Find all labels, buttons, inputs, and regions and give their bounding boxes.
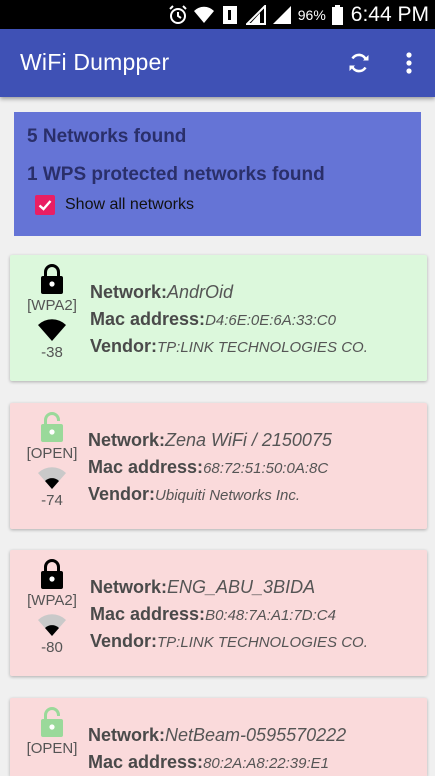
mac-label: Mac address:	[90, 309, 206, 329]
mac-address: 68:72:51:50:0A:8C	[203, 460, 329, 477]
network-card[interactable]: [WPA2] -80 Network:ENG_ABU_3BIDA Mac add…	[10, 550, 427, 676]
vendor-label: Vendor:	[90, 631, 158, 651]
show-all-checkbox[interactable]	[35, 195, 55, 215]
signal-strength: -80	[41, 639, 63, 656]
wifi-status-icon	[193, 6, 214, 23]
network-label: Network:	[90, 577, 168, 597]
mac-label: Mac address:	[88, 752, 204, 772]
network-info: Network:NetBeam-0595570222 Mac address:8…	[88, 725, 346, 776]
lock-closed-icon	[41, 559, 63, 589]
network-label: Network:	[88, 430, 166, 450]
lock-open-icon	[41, 707, 63, 737]
lock-closed-icon	[41, 264, 63, 294]
mac-address: 80:2A:A8:22:39:E1	[203, 755, 329, 772]
vendor-name: Ubiquiti Networks Inc.	[155, 487, 301, 504]
network-status: [OPEN] -74	[18, 411, 86, 509]
vendor-label: Vendor:	[88, 484, 156, 504]
network-label: Network:	[90, 282, 168, 302]
network-info: Network:Zena WiFi / 2150075 Mac address:…	[88, 430, 332, 511]
signal-strength: -74	[41, 492, 63, 509]
network-card[interactable]: [OPEN] Network:NetBeam-0595570222 Mac ad…	[10, 698, 427, 776]
signal-icon	[245, 4, 266, 25]
vendor-name: TP:LINK TECHNOLOGIES CO.	[157, 634, 368, 651]
show-all-networks-toggle[interactable]: Show all networks	[35, 195, 194, 215]
wifi-signal-weak-icon	[38, 467, 66, 489]
security-type: [OPEN]	[26, 740, 78, 757]
network-card[interactable]: [OPEN] -74 Network:Zena WiFi / 2150075 M…	[10, 403, 427, 529]
network-info: Network:AndrOid Mac address:D4:6E:0E:6A:…	[90, 282, 368, 363]
wifi-signal-weak-icon	[38, 614, 66, 636]
mac-address: B0:48:7A:A1:7D:C4	[205, 607, 336, 624]
network-status: [WPA2] -80	[18, 558, 86, 656]
security-type: [WPA2]	[27, 297, 77, 314]
more-options-button[interactable]	[394, 48, 424, 78]
app-title: WiFi Dumpper	[20, 49, 170, 75]
clock: 6:44 PM	[350, 2, 429, 26]
network-status: [WPA2] -38	[18, 263, 86, 361]
security-type: [WPA2]	[27, 592, 77, 609]
more-vert-icon	[406, 52, 412, 74]
network-card[interactable]: [WPA2] -38 Network:AndrOid Mac address:D…	[10, 255, 427, 381]
refresh-button[interactable]	[344, 48, 374, 78]
mac-label: Mac address:	[90, 604, 206, 624]
network-info: Network:ENG_ABU_3BIDA Mac address:B0:48:…	[90, 577, 368, 658]
signal-icon	[272, 5, 291, 24]
battery-percent: 96%	[297, 6, 326, 23]
refresh-icon	[349, 53, 369, 73]
alarm-icon	[169, 4, 187, 24]
wifi-signal-full-icon	[38, 319, 66, 341]
sim1-icon	[222, 5, 237, 24]
network-ssid: ENG_ABU_3BIDA	[167, 577, 316, 597]
battery-icon	[331, 4, 343, 25]
check-icon	[38, 200, 52, 211]
network-ssid: AndrOid	[167, 282, 234, 302]
status-bar: 96% 6:44 PM	[0, 0, 435, 29]
wps-count: 1 WPS protected networks found	[27, 164, 325, 185]
mac-label: Mac address:	[88, 457, 204, 477]
show-all-label: Show all networks	[65, 196, 194, 213]
network-status: [OPEN]	[18, 706, 86, 757]
app-bar: WiFi Dumpper	[0, 29, 435, 97]
mac-address: D4:6E:0E:6A:33:C0	[205, 312, 336, 329]
network-ssid: NetBeam-0595570222	[165, 725, 347, 745]
vendor-label: Vendor:	[90, 336, 158, 356]
signal-strength: -38	[41, 344, 63, 361]
lock-open-icon	[41, 412, 63, 442]
security-type: [OPEN]	[26, 445, 78, 462]
networks-count: 5 Networks found	[27, 126, 187, 147]
vendor-name: TP:LINK TECHNOLOGIES CO.	[157, 339, 368, 356]
network-ssid: Zena WiFi / 2150075	[165, 430, 332, 450]
network-label: Network:	[88, 725, 166, 745]
summary-panel: 5 Networks found 1 WPS protected network…	[14, 112, 421, 236]
